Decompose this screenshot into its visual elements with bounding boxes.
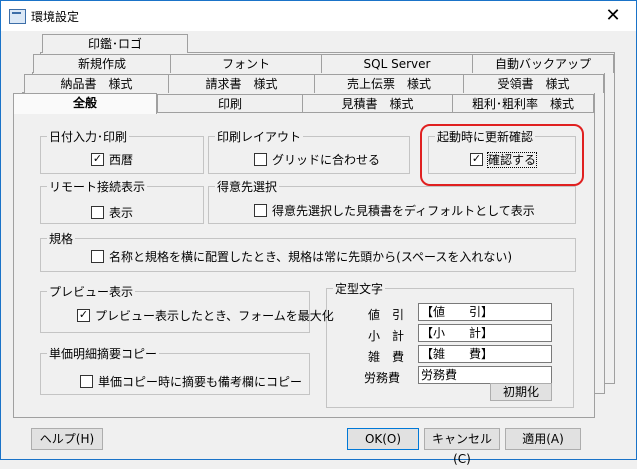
tab-new[interactable]: 新規作成 — [33, 54, 171, 73]
unit-price-copy-legend: 単価明細摘要コピー — [49, 347, 158, 361]
tab-stamp-logo[interactable]: 印鑑･ロゴ — [42, 34, 188, 53]
grid-align-checkbox[interactable]: グリッドに合わせる — [254, 151, 380, 168]
checkbox-icon — [80, 375, 93, 388]
spec-legend: 規格 — [49, 232, 74, 246]
reset-button[interactable]: 初期化 — [490, 383, 552, 401]
window-title: 環境設定 — [31, 10, 80, 24]
tab-sales-slip-format[interactable]: 売上伝票 様式 — [314, 74, 464, 93]
tab-margin-format[interactable]: 粗利･粗利率 様式 — [452, 94, 594, 113]
copy-note-checkbox[interactable]: 単価コピー時に摘要も備考欄にコピー — [80, 373, 302, 390]
tab-font[interactable]: フォント — [170, 54, 322, 73]
labor-cost-label: 労務費 — [364, 371, 401, 385]
western-calendar-checkbox[interactable]: 西暦 — [91, 151, 133, 168]
misc-cost-label: 雑 費 — [368, 350, 405, 364]
checkbox-label: プレビュー表示したとき、フォームを最大化 — [95, 309, 334, 323]
discount-input[interactable]: 【値 引】 — [418, 303, 552, 321]
close-icon[interactable]: ✕ — [590, 1, 636, 31]
preview-maximize-checkbox[interactable]: プレビュー表示したとき、フォームを最大化 — [77, 307, 334, 324]
apply-button[interactable]: 適用(A) — [505, 428, 581, 450]
print-layout-legend: 印刷レイアウト — [217, 130, 302, 144]
subtotal-label: 小 計 — [368, 329, 405, 343]
checkbox-icon — [254, 204, 267, 217]
tab-receipt-format[interactable]: 受領書 様式 — [463, 74, 604, 93]
tab-delivery-format[interactable]: 納品書 様式 — [24, 74, 169, 93]
misc-cost-input[interactable]: 【雑 費】 — [418, 345, 552, 363]
tab-quote-format[interactable]: 見積書 様式 — [302, 94, 453, 113]
preview-legend: プレビュー表示 — [49, 285, 134, 299]
tab-invoice-format[interactable]: 請求書 様式 — [168, 74, 315, 93]
tab-sql-server[interactable]: SQL Server — [321, 54, 473, 73]
spec-no-space-checkbox[interactable]: 名称と規格を横に配置したとき、規格は常に先頭から(スペースを入れない) — [91, 248, 512, 265]
tab-auto-backup[interactable]: 自動バックアップ — [472, 54, 614, 73]
title-bar: 環境設定 ✕ — [1, 1, 636, 31]
checkbox-label: 得意先選択した見積書をディフォルトとして表示 — [272, 204, 535, 218]
tab-general[interactable]: 全般 — [13, 93, 157, 114]
remote-display-legend: リモート接続表示 — [49, 180, 146, 194]
app-icon — [9, 9, 26, 24]
checkbox-label: 西暦 — [109, 153, 134, 167]
customer-select-legend: 得意先選択 — [217, 180, 278, 194]
fixed-text-legend: 定型文字 — [335, 282, 384, 296]
checkbox-label: 表示 — [109, 206, 134, 220]
checkbox-icon — [254, 153, 267, 166]
highlight-annotation — [420, 124, 584, 186]
ok-button[interactable]: OK(O) — [347, 428, 419, 450]
checkbox-label: 名称と規格を横に配置したとき、規格は常に先頭から(スペースを入れない) — [109, 250, 513, 264]
discount-label: 値 引 — [368, 308, 405, 322]
checkbox-label: グリッドに合わせる — [272, 153, 381, 167]
checkbox-icon — [91, 250, 104, 263]
cancel-button[interactable]: キャンセル(C) — [424, 428, 500, 466]
remote-display-checkbox[interactable]: 表示 — [91, 204, 133, 221]
help-button[interactable]: ヘルプ(H) — [31, 428, 103, 450]
date-group-legend: 日付入力･印刷 — [49, 130, 128, 144]
checkbox-icon — [91, 206, 104, 219]
checkbox-label: 単価コピー時に摘要も備考欄にコピー — [98, 375, 303, 389]
tab-print[interactable]: 印刷 — [157, 94, 303, 113]
check-icon — [77, 309, 90, 322]
check-icon — [91, 153, 104, 166]
subtotal-input[interactable]: 【小 計】 — [418, 324, 552, 342]
customer-default-checkbox[interactable]: 得意先選択した見積書をディフォルトとして表示 — [254, 202, 535, 219]
labor-cost-input[interactable]: 労務費 — [418, 366, 552, 384]
